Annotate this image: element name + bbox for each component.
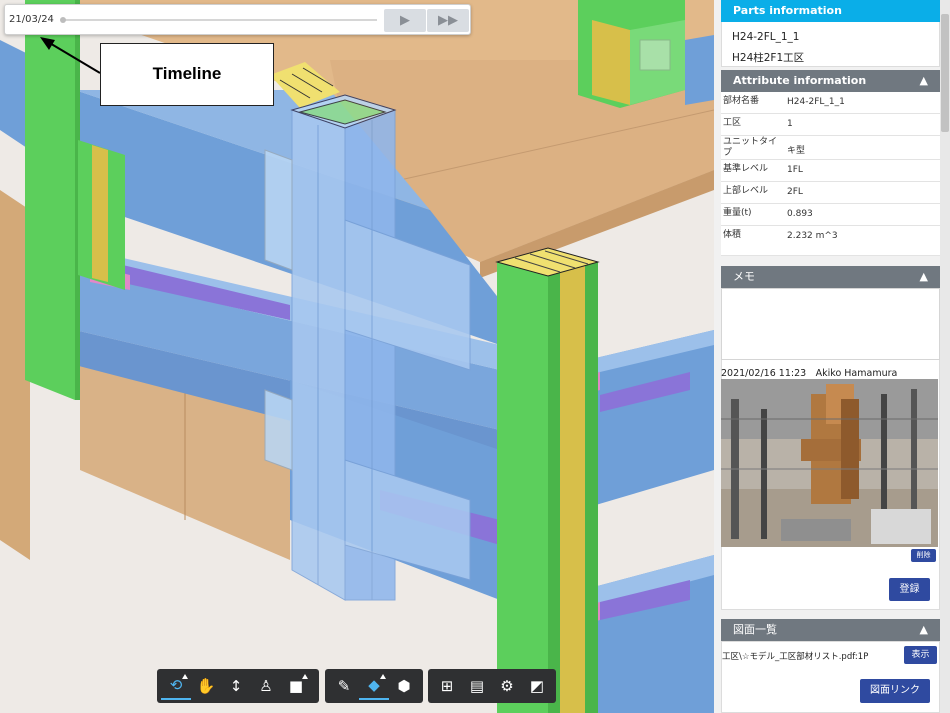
collapse-chevron-icon[interactable]: ▲ [920, 266, 928, 288]
orbit-tool[interactable]: ⟲ [161, 672, 191, 700]
attribute-key: ユニットタイプ [723, 137, 778, 158]
attribute-key: 工区 [723, 118, 742, 128]
attribute-key: 部材名番 [723, 96, 760, 106]
attribute-row: 基準レベル 1FL [721, 160, 940, 182]
attribute-value: 1FL [787, 165, 803, 175]
register-button[interactable]: 登録 [889, 578, 930, 601]
orbit-icon: ⟲ [169, 676, 183, 694]
analysis-toolbar: ✎ ◆ ⬢ [325, 669, 423, 703]
delete-photo-button[interactable]: 削除 [911, 549, 936, 562]
timeline-slider-track[interactable] [63, 19, 377, 21]
panel-scrollbar-thumb[interactable] [941, 14, 949, 132]
section-plane-icon: ◆ [368, 676, 380, 694]
collapse-chevron-icon[interactable]: ▲ [920, 619, 928, 641]
properties-icon: ▤ [469, 677, 485, 695]
attribute-row: ユニットタイプ キ型 [721, 136, 940, 160]
attribute-key: 体積 [723, 230, 742, 240]
camera-tool[interactable]: ■ [281, 672, 311, 700]
drawing-link-button[interactable]: 図面リンク [860, 679, 930, 703]
navigation-toolbar: ⟲ ✋ ↕ ♙ ■ [157, 669, 319, 703]
attribute-value: 2FL [787, 187, 803, 197]
fullscreen-tool[interactable]: ◩ [522, 672, 552, 700]
settings-gear-icon: ⚙ [500, 677, 514, 695]
attribute-info-header[interactable]: Attribute information ▲ [721, 70, 940, 92]
attribute-value: 1 [787, 119, 793, 129]
attribute-key: 重量(t) [723, 208, 752, 218]
show-drawing-button[interactable]: 表示 [904, 646, 937, 664]
drawing-file-name[interactable]: 工区\☆モデル_工区部材リスト.pdf:1P [722, 650, 902, 662]
memo-header[interactable]: メモ ▲ [721, 266, 940, 288]
camera-icon: ■ [288, 677, 304, 695]
3d-model-viewport[interactable] [0, 0, 714, 713]
measure-tool[interactable]: ✎ [329, 672, 359, 700]
attribute-row: 工区 1 [721, 114, 940, 136]
attribute-value: 0.893 [787, 209, 813, 219]
attribute-value: 2.232 m^3 [787, 231, 838, 241]
attribute-row: 体積 2.232 m^3 [721, 226, 940, 256]
model-tree-icon: ⊞ [440, 677, 454, 695]
timeline-callout: Timeline [100, 43, 274, 106]
memo-photo[interactable] [721, 379, 938, 547]
timeline-slider-handle[interactable] [60, 17, 66, 23]
memo-author-line: 2021/02/16 11:23 Akiko Hamamura [721, 368, 898, 379]
attribute-key: 上部レベル [723, 186, 769, 196]
parts-info-header: Parts information [721, 0, 940, 22]
panel-scrollbar[interactable] [940, 0, 950, 713]
attribute-key: 基準レベル [723, 164, 769, 174]
cube-view-icon: ⬢ [397, 677, 411, 695]
measure-pencil-icon: ✎ [337, 677, 351, 695]
cube-view-tool[interactable]: ⬢ [389, 672, 419, 700]
attribute-row: 重量(t) 0.893 [721, 204, 940, 226]
properties-tool[interactable]: ▤ [462, 672, 492, 700]
drawing-list-header[interactable]: 図面一覧 ▲ [721, 619, 940, 641]
attribute-value: キ型 [787, 146, 806, 156]
attribute-value: H24-2FL_1_1 [787, 97, 845, 107]
fast-forward-icon: ▶▶ [438, 13, 458, 28]
settings-tool[interactable]: ⚙ [492, 672, 522, 700]
zoom-tool[interactable]: ↕ [221, 672, 251, 700]
walk-tool[interactable]: ♙ [251, 672, 281, 700]
walk-person-icon: ♙ [259, 677, 273, 695]
memo-textarea[interactable] [721, 288, 940, 360]
model-tree-tool[interactable]: ⊞ [432, 672, 462, 700]
play-icon: ▶ [400, 13, 410, 28]
memo-title: メモ [733, 270, 755, 283]
attribute-info-title: Attribute information [733, 74, 867, 87]
fast-forward-button[interactable]: ▶▶ [427, 9, 469, 32]
parts-info-line-1: H24-2FL_1_1 [732, 31, 800, 43]
section-tool[interactable]: ◆ [359, 672, 389, 700]
collapse-chevron-icon[interactable]: ▲ [920, 70, 928, 92]
timeline-callout-label: Timeline [152, 64, 222, 83]
zoom-updown-icon: ↕ [229, 677, 243, 695]
parts-info-line-2: H24柱2F1工区 [732, 52, 805, 64]
pan-tool[interactable]: ✋ [191, 672, 221, 700]
pan-hand-icon: ✋ [196, 677, 216, 695]
bim-model-render[interactable] [0, 0, 714, 713]
attribute-row: 部材名番 H24-2FL_1_1 [721, 92, 940, 114]
timeline-date: 21/03/24 [9, 14, 54, 25]
drawing-list-title: 図面一覧 [733, 623, 777, 636]
attribute-row: 上部レベル 2FL [721, 182, 940, 204]
timeline-bar[interactable]: 21/03/24 ▶ ▶▶ [4, 4, 471, 35]
settings-toolbar: ⊞ ▤ ⚙ ◩ [428, 669, 556, 703]
play-button[interactable]: ▶ [384, 9, 426, 32]
fullscreen-icon: ◩ [529, 677, 545, 695]
